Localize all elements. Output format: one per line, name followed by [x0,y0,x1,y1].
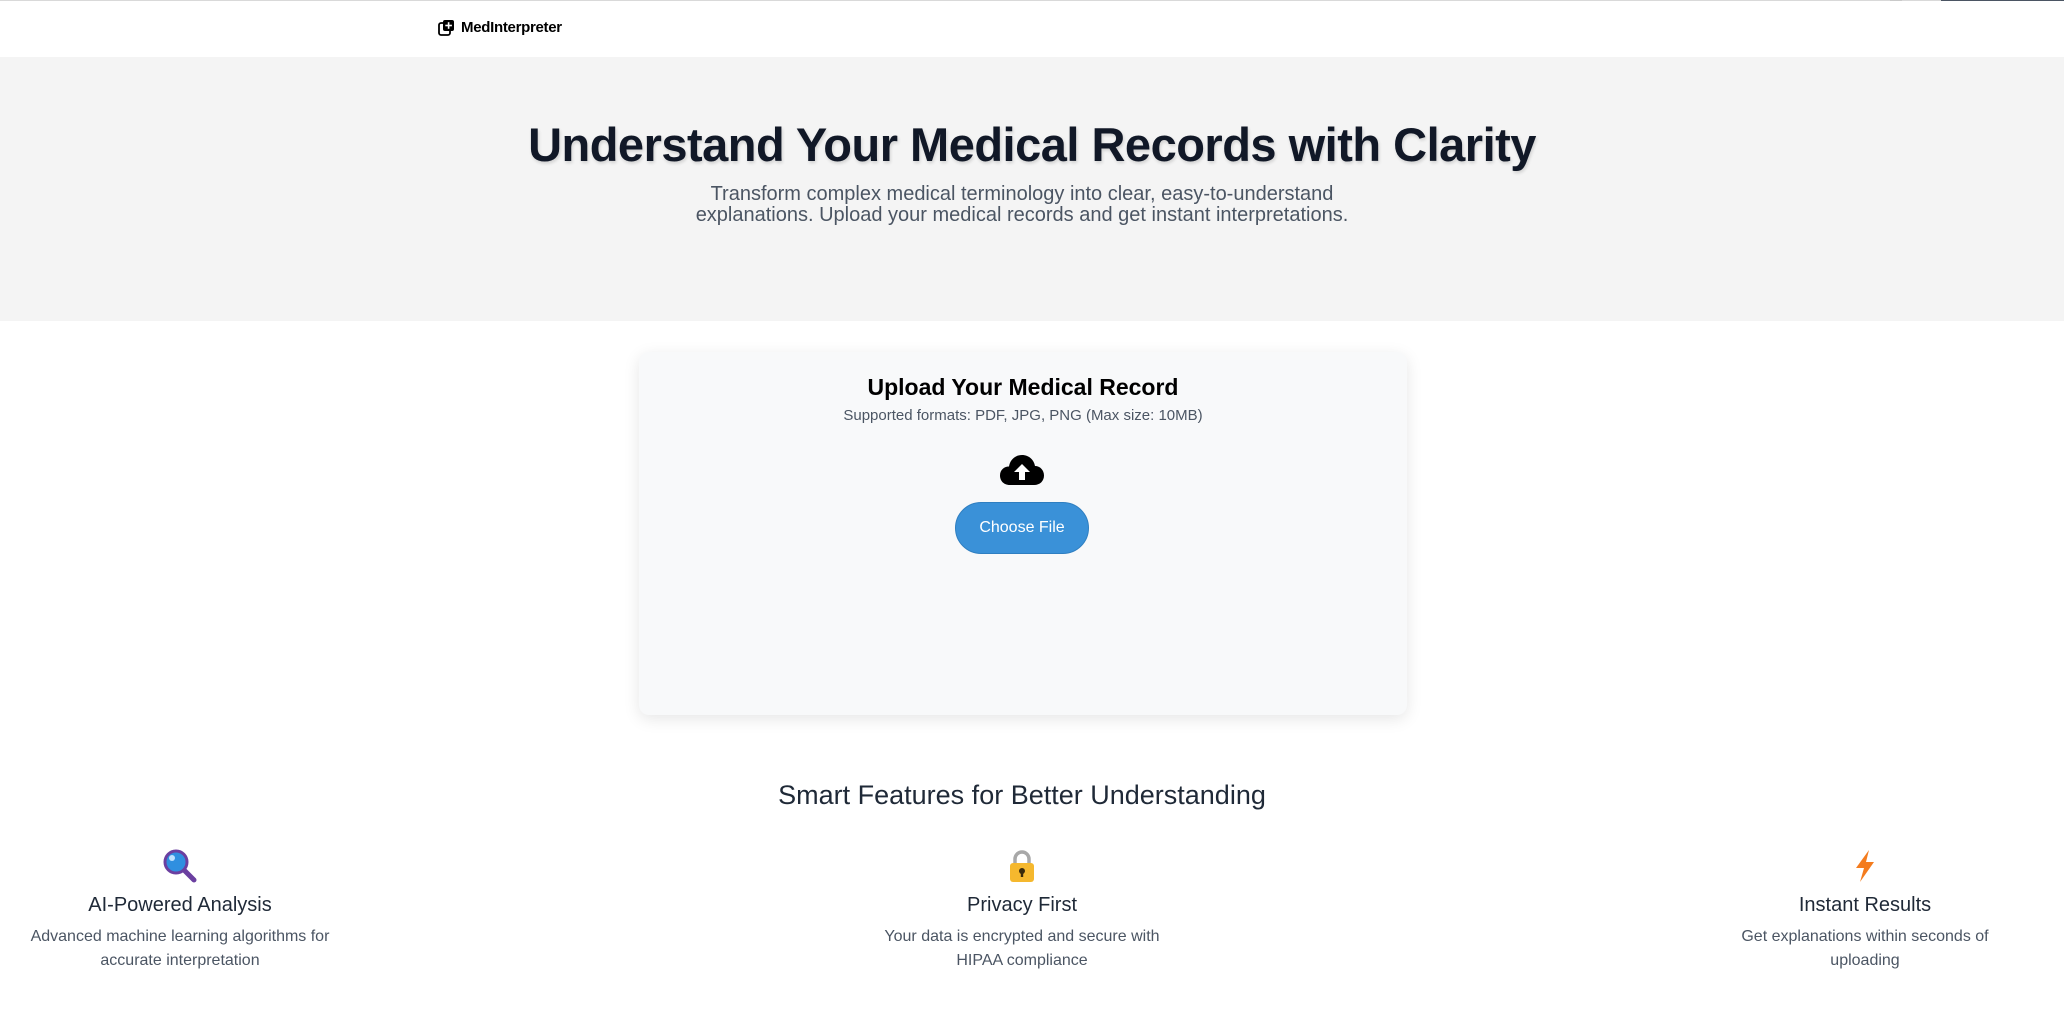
lightning-icon [1856,850,1874,882]
feature-description: Your data is encrypted and secure with H… [884,928,1160,969]
upload-title: Upload Your Medical Record [867,374,1179,400]
hero-section: Understand Your Medical Records with Cla… [0,57,2064,321]
medical-plus-icon [438,20,454,36]
feature-instant-results: Instant Results Get explanations within … [1725,848,2005,973]
brand-name: MedInterpreter [461,19,562,36]
brand-logo-link[interactable]: MedInterpreter [438,19,562,36]
navbar: MedInterpreter [0,1,2064,57]
features-title: Smart Features for Better Understanding [778,780,1266,810]
feature-description: Advanced machine learning algorithms for… [30,928,330,969]
feature-title: AI-Powered Analysis [88,894,272,916]
supported-formats-text: Supported formats: PDF, JPG, PNG (Max si… [843,407,1203,424]
feature-privacy: Privacy First Your data is encrypted and… [872,848,1172,973]
magnifier-icon [163,849,197,883]
hero-title: Understand Your Medical Records with Cla… [528,118,1536,171]
feature-title: Instant Results [1798,894,1932,916]
feature-description: Get explanations within seconds of uploa… [1741,928,1989,969]
hero-subtitle: Transform complex medical terminology in… [695,183,1349,226]
lock-icon [1010,850,1034,882]
feature-title: Privacy First [967,894,1077,916]
choose-file-button[interactable]: Choose File [955,502,1089,554]
cloud-upload-icon [1000,455,1044,485]
feature-ai-analysis: AI-Powered Analysis Advanced machine lea… [20,848,340,973]
upload-card: Upload Your Medical Record Supported for… [639,352,1407,715]
